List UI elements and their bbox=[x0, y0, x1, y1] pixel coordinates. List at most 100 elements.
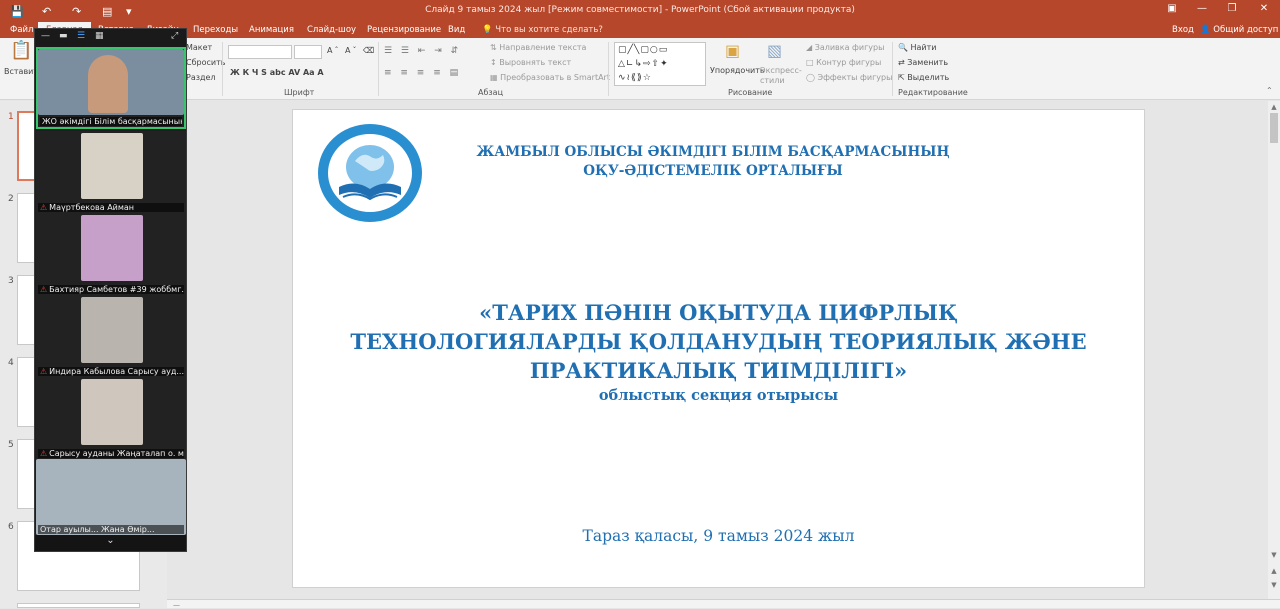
collapse-ribbon-icon[interactable]: ⌃ bbox=[1266, 86, 1273, 95]
ribbon-display-icon[interactable]: ▣ bbox=[1162, 3, 1182, 19]
participant-name: ЖО әкімдігі Білім басқармасынын... bbox=[40, 117, 182, 126]
section-button[interactable]: Раздел bbox=[186, 73, 216, 82]
text-direction-button[interactable]: ⇅ Направление текста bbox=[490, 43, 586, 52]
minimize-button[interactable]: — bbox=[1192, 3, 1212, 19]
paste-icon[interactable]: 📋 bbox=[10, 40, 32, 61]
tell-me-text: Что вы хотите сделать? bbox=[495, 25, 603, 35]
sign-in-link[interactable]: Вход bbox=[1172, 25, 1194, 35]
tab-transitions[interactable]: Переходы bbox=[193, 25, 238, 35]
participant-video bbox=[81, 133, 143, 199]
participant-video bbox=[36, 459, 186, 535]
font-size-buttons[interactable]: Aˆ Aˇ ⌫ bbox=[327, 46, 376, 55]
strip-view-icon[interactable]: ☰ bbox=[77, 31, 85, 41]
tab-slideshow[interactable]: Слайд-шоу bbox=[307, 25, 356, 35]
participant-tile[interactable]: Отар ауылы... Жана Өмір... bbox=[36, 459, 186, 535]
participant-tile[interactable]: ⚠ Бахтияр Самбетов #39 жоббмг... bbox=[36, 213, 186, 295]
thumb-number: 5 bbox=[8, 440, 14, 450]
align-text-button[interactable]: ↕ Выровнять текст bbox=[490, 58, 571, 67]
maximize-button[interactable]: ❐ bbox=[1222, 3, 1242, 19]
participant-video bbox=[81, 297, 143, 363]
share-label: Общий доступ bbox=[1213, 25, 1279, 35]
muted-mic-icon: ⚠ bbox=[40, 449, 48, 458]
notes-pane[interactable]: — bbox=[167, 599, 1280, 609]
font-size-combo[interactable] bbox=[294, 45, 322, 59]
call-panel-toolbar: — ▬ ☰ ▦ ⤢ bbox=[35, 29, 186, 47]
title-bar: 💾 ↶ ↷ ▤ ▾ Слайд 9 тамыз 2024 жыл [Режим … bbox=[0, 0, 1280, 22]
scroll-participants-button[interactable]: ⌄ bbox=[35, 535, 186, 551]
participant-name-row: ⚠ Маүртбекова Айман bbox=[38, 203, 184, 212]
replace-button[interactable]: ⇄ Заменить bbox=[898, 58, 948, 67]
org-name-line-1: ЖАМБЫЛ ОБЛЫСЫ ӘКІМДІГІ БІЛІМ БАСҚАРМАСЫН… bbox=[476, 144, 950, 160]
participant-tile[interactable]: ⚠ Индира Кабылова Сарысу ауд... bbox=[36, 295, 186, 377]
close-button[interactable]: ✕ bbox=[1254, 3, 1274, 19]
video-call-panel: — ▬ ☰ ▦ ⤢ ЖО әкімдігі Білім басқармасыны… bbox=[34, 28, 187, 552]
tab-file[interactable]: Файл bbox=[10, 25, 33, 35]
find-button[interactable]: 🔍 Найти bbox=[898, 43, 937, 52]
scrollbar-thumb[interactable] bbox=[1270, 113, 1278, 143]
participant-name-row: ⚠ Бахтияр Самбетов #39 жоббмг... bbox=[38, 285, 184, 294]
slide-title-line-2: ТЕХНОЛОГИЯЛАРДЫ ҚОЛДАНУДЫҢ ТЕОРИЯЛЫҚ ЖӘН… bbox=[350, 329, 1087, 354]
muted-mic-icon: ⚠ bbox=[40, 285, 48, 294]
slide-title-line-3: ПРАКТИКАЛЫҚ ТИІМДІЛІГІ» bbox=[529, 358, 908, 383]
shape-effects-button[interactable]: ◯ Эффекты фигуры bbox=[806, 73, 892, 82]
list-buttons[interactable]: ☰ ☰ ⇤ ⇥ ⇵ bbox=[384, 46, 461, 56]
participant-tile[interactable]: ЖО әкімдігі Білім басқармасынын... bbox=[36, 47, 186, 129]
layout-button[interactable]: Макет bbox=[186, 43, 212, 52]
expand-icon[interactable]: ⤢ bbox=[171, 31, 178, 41]
font-name-combo[interactable] bbox=[228, 45, 292, 59]
tell-me-box[interactable]: 💡 Что вы хотите сделать? bbox=[482, 25, 603, 35]
tab-view[interactable]: Вид bbox=[448, 25, 465, 35]
scroll-up-icon[interactable]: ▲ bbox=[1269, 103, 1279, 111]
next-slide-icon[interactable]: ▼ bbox=[1269, 581, 1279, 589]
current-slide[interactable]: ЖАМБЫЛ ОБЛЫСЫ ӘКІМДІГІ БІЛІМ БАСҚАРМАСЫН… bbox=[292, 109, 1145, 588]
group-separator bbox=[892, 42, 893, 96]
align-buttons[interactable]: ≡ ≡ ≡ ≡ ▤ bbox=[384, 68, 461, 78]
vertical-scrollbar[interactable]: ▲ ▼ ▲ ▼ bbox=[1268, 101, 1280, 599]
thumbnail-view-icon[interactable]: ▬ bbox=[59, 31, 68, 41]
quick-styles-button[interactable]: Экспресс-стили bbox=[760, 66, 802, 86]
reset-button[interactable]: Сбросить bbox=[186, 58, 225, 67]
font-format-buttons[interactable]: Ж К Ч S abc AV Aa A bbox=[230, 68, 324, 77]
thumb-number: 4 bbox=[8, 358, 14, 368]
shape-outline-button[interactable]: □ Контур фигуры bbox=[806, 58, 881, 67]
participant-face bbox=[88, 55, 128, 113]
participant-name: Отар ауылы... Жана Өмір... bbox=[38, 525, 184, 534]
tab-review[interactable]: Рецензирование bbox=[367, 25, 441, 35]
slide-subtitle: облыстық секция отырысы bbox=[598, 387, 839, 404]
org-name-line-2: ОҚУ-ӘДІСТЕМЕЛІК ОРТАЛЫҒЫ bbox=[583, 163, 843, 179]
ribbon-tabs: Файл Главная Вставка Дизайн Переходы Ани… bbox=[0, 22, 1280, 38]
participant-video bbox=[81, 215, 143, 281]
scroll-down-icon[interactable]: ▼ bbox=[1269, 551, 1279, 559]
slide-title-line-1: «ТАРИХ ПӘНІН ОҚЫТУДА ЦИФРЛЫҚ bbox=[479, 300, 958, 325]
shapes-gallery[interactable]: ▢╱╲▢○▭ △∟↳⇨⇧✦ ∿≀⟪⟫☆ bbox=[614, 42, 706, 86]
thumb-number: 1 bbox=[8, 112, 14, 122]
editing-group-label: Редактирование bbox=[898, 88, 968, 97]
tab-animation[interactable]: Анимация bbox=[249, 25, 294, 35]
minimize-panel-icon[interactable]: — bbox=[41, 31, 50, 41]
participant-video bbox=[81, 379, 143, 445]
participant-name-row: ⚠ Индира Кабылова Сарысу ауд... bbox=[38, 367, 184, 376]
select-button[interactable]: ⇱ Выделить bbox=[898, 73, 949, 82]
participant-tile[interactable]: ⚠ Сарысу ауданы Жаңаталап о. м... bbox=[36, 377, 186, 459]
slide-place-date: Тараз қаласы, 9 тамыз 2024 жыл bbox=[582, 527, 855, 545]
participant-tile[interactable]: ⚠ Маүртбекова Айман bbox=[36, 131, 186, 213]
arrange-icon[interactable]: ▣ bbox=[725, 41, 740, 60]
paragraph-group-label: Абзац bbox=[478, 88, 504, 97]
font-group-label: Шрифт bbox=[284, 88, 315, 97]
thumb-number: 6 bbox=[8, 522, 14, 532]
share-button[interactable]: 👤 Общий доступ bbox=[1200, 25, 1278, 35]
arrange-button[interactable]: Упорядочить bbox=[710, 66, 765, 75]
muted-mic-icon: ⚠ bbox=[40, 367, 48, 376]
thumb-number: 2 bbox=[8, 194, 14, 204]
ribbon: 📋 Вставить Макет Сбросить Раздел Aˆ Aˇ ⌫… bbox=[0, 38, 1280, 100]
previous-slide-icon[interactable]: ▲ bbox=[1269, 567, 1279, 575]
shape-fill-button[interactable]: ◢ Заливка фигуры bbox=[806, 43, 884, 52]
slide-thumbnail-7[interactable] bbox=[17, 603, 140, 608]
gallery-view-icon[interactable]: ▦ bbox=[95, 31, 104, 41]
smartart-button[interactable]: ▦ Преобразовать в SmartArt bbox=[490, 73, 610, 82]
group-separator bbox=[222, 42, 223, 96]
window-title: Слайд 9 тамыз 2024 жыл [Режим совместимо… bbox=[425, 5, 855, 15]
drawing-group-label: Рисование bbox=[728, 88, 773, 97]
thumb-number: 3 bbox=[8, 276, 14, 286]
quick-styles-icon[interactable]: ▧ bbox=[767, 41, 782, 60]
